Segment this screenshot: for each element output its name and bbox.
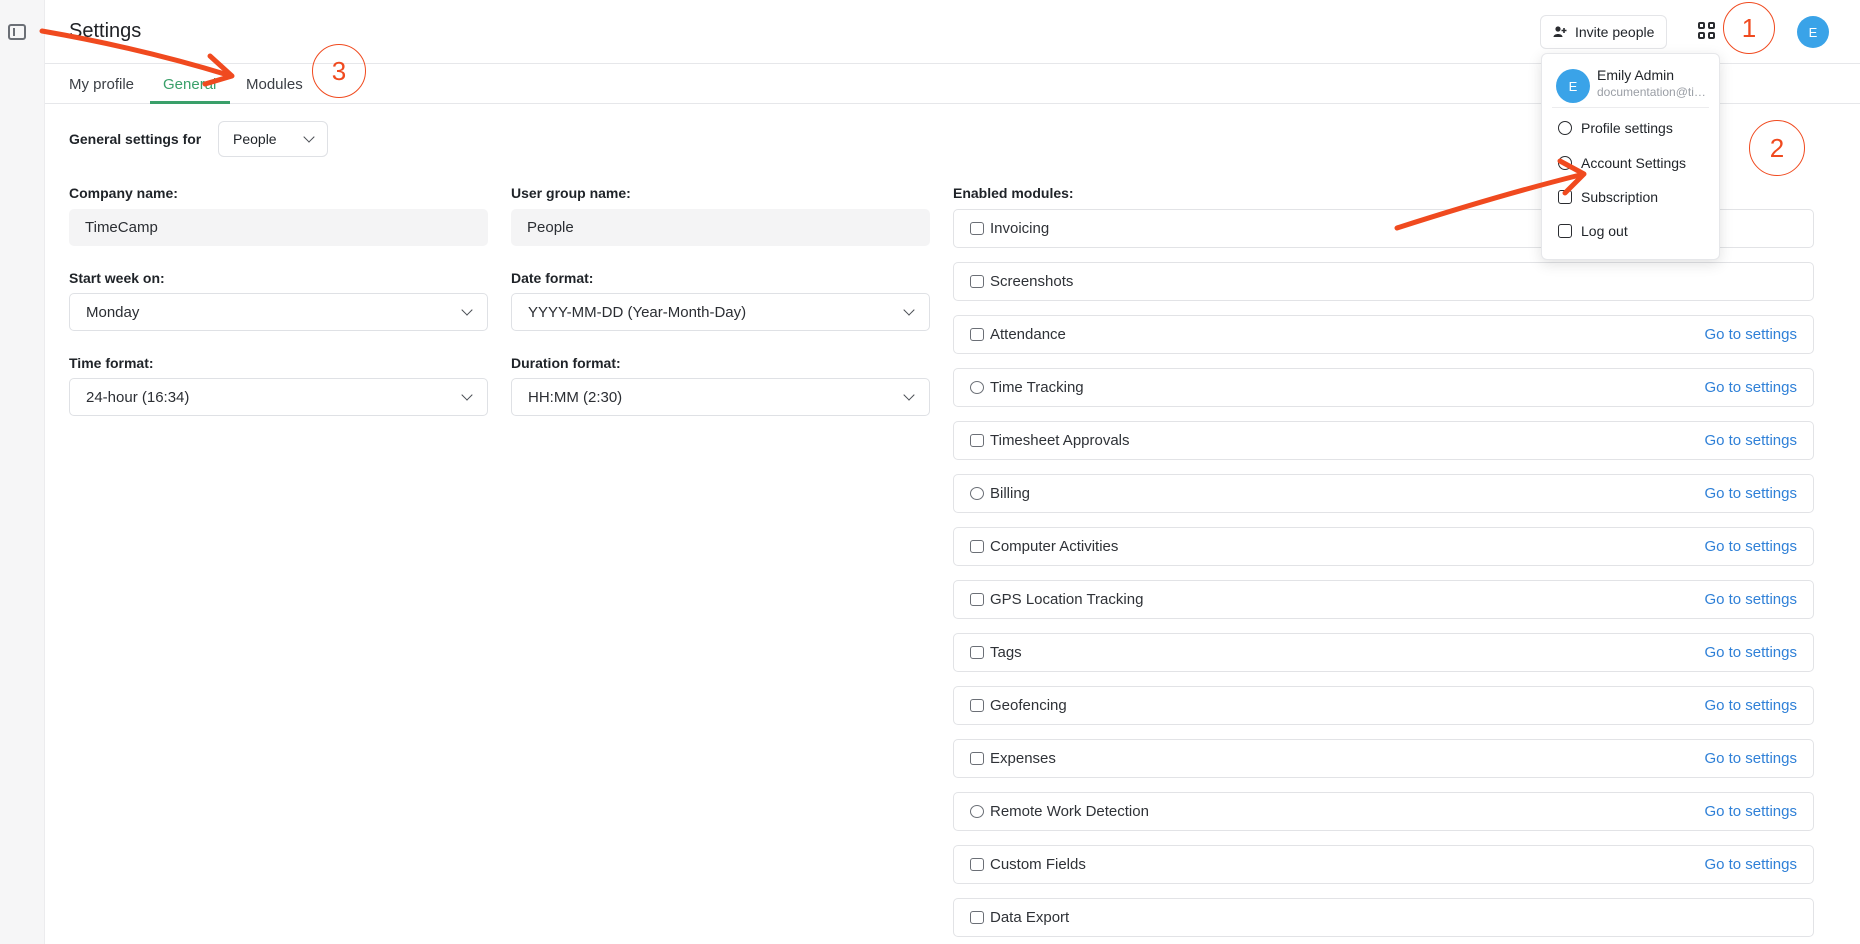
arrow-to-account-settings: [1394, 172, 1583, 231]
annotation-arrows: [39, 28, 1587, 231]
arrow-to-modules-tab: [39, 28, 231, 78]
